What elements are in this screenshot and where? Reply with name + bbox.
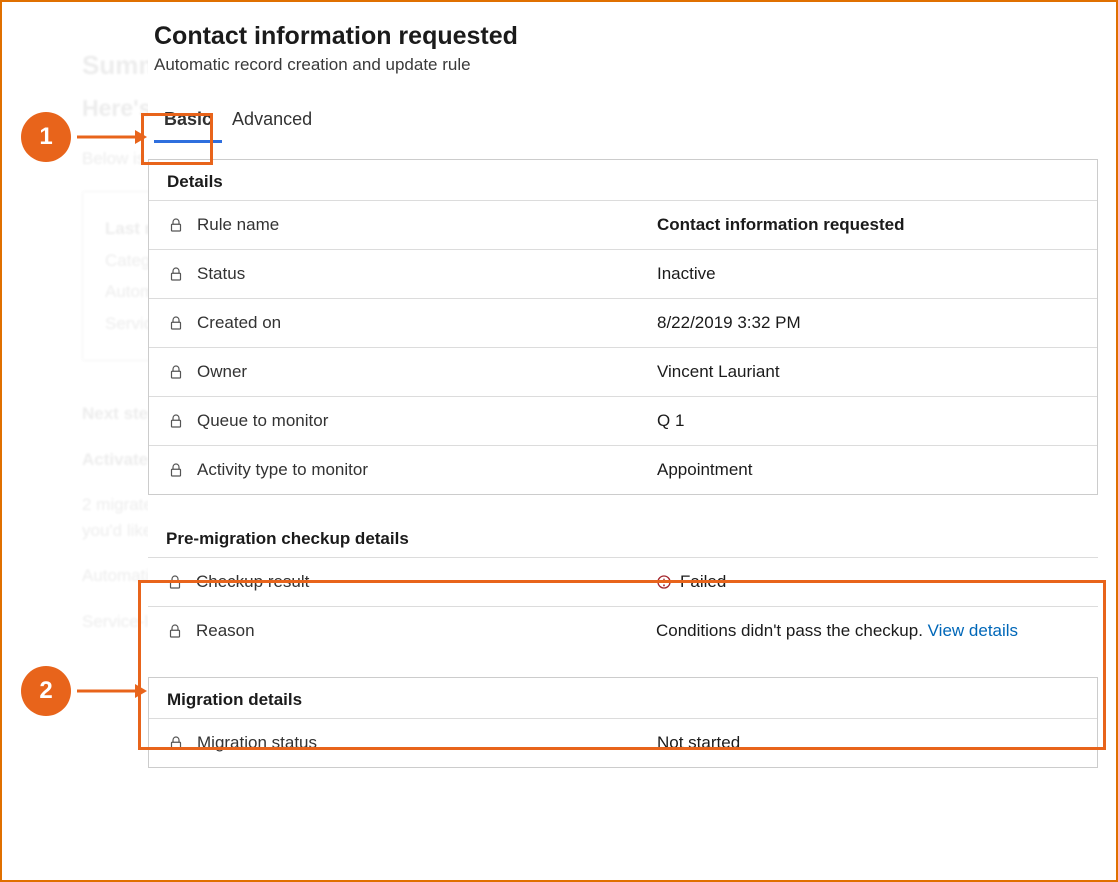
tab-basic[interactable]: Basic <box>154 103 222 143</box>
rule-detail-pane: Contact information requested Automatic … <box>148 2 1098 880</box>
field-migration-status: Migration status Not started <box>149 718 1097 767</box>
queue-value: Q 1 <box>657 411 1079 431</box>
reason-value: Conditions didn't pass the checkup. View… <box>656 621 1080 641</box>
error-icon <box>656 574 672 590</box>
activity-type-value: Appointment <box>657 460 1079 480</box>
callout-1: 1 <box>21 112 147 162</box>
status-label: Status <box>197 264 657 284</box>
arrow-icon <box>77 127 147 147</box>
field-status: Status Inactive <box>149 249 1097 298</box>
migration-section: Migration details Migration status Not s… <box>148 677 1098 768</box>
lock-icon <box>167 461 185 479</box>
status-value: Inactive <box>657 264 1079 284</box>
checkup-result-value: Failed <box>656 572 1080 592</box>
details-header: Details <box>149 160 1097 200</box>
lock-icon <box>166 622 184 640</box>
callout-badge-2: 2 <box>21 666 71 716</box>
field-rule-name: Rule name Contact information requested <box>149 200 1097 249</box>
tab-advanced[interactable]: Advanced <box>222 103 322 143</box>
reason-label: Reason <box>196 621 656 641</box>
callout-2: 2 <box>21 666 147 716</box>
field-queue: Queue to monitor Q 1 <box>149 396 1097 445</box>
premigration-section: Pre-migration checkup details Checkup re… <box>148 517 1098 655</box>
queue-label: Queue to monitor <box>197 411 657 431</box>
owner-label: Owner <box>197 362 657 382</box>
rule-name-value: Contact information requested <box>657 215 1079 235</box>
view-details-link[interactable]: View details <box>928 621 1018 640</box>
lock-icon <box>167 363 185 381</box>
field-checkup-result: Checkup result Failed <box>148 557 1098 606</box>
premigration-header: Pre-migration checkup details <box>148 517 1098 557</box>
created-on-value: 8/22/2019 3:32 PM <box>657 313 1079 333</box>
lock-icon <box>167 265 185 283</box>
reason-text: Conditions didn't pass the checkup. <box>656 621 928 640</box>
rule-name-label: Rule name <box>197 215 657 235</box>
page-title: Contact information requested <box>154 22 1098 51</box>
lock-icon <box>167 314 185 332</box>
lock-icon <box>167 412 185 430</box>
owner-value: Vincent Lauriant <box>657 362 1079 382</box>
arrow-icon <box>77 681 147 701</box>
checkup-result-label: Checkup result <box>196 572 656 592</box>
activity-type-label: Activity type to monitor <box>197 460 657 480</box>
migration-header: Migration details <box>149 678 1097 718</box>
tab-list: Basic Advanced <box>154 103 1098 143</box>
details-section: Details Rule name Contact information re… <box>148 159 1098 495</box>
callout-badge-1: 1 <box>21 112 71 162</box>
lock-icon <box>167 216 185 234</box>
field-created-on: Created on 8/22/2019 3:32 PM <box>149 298 1097 347</box>
lock-icon <box>167 734 185 752</box>
migration-status-value: Not started <box>657 733 1079 753</box>
checkup-result-text: Failed <box>680 572 726 592</box>
lock-icon <box>166 573 184 591</box>
field-activity-type: Activity type to monitor Appointment <box>149 445 1097 494</box>
migration-status-label: Migration status <box>197 733 657 753</box>
page-subtitle: Automatic record creation and update rul… <box>154 55 1098 75</box>
field-reason: Reason Conditions didn't pass the checku… <box>148 606 1098 655</box>
field-owner: Owner Vincent Lauriant <box>149 347 1097 396</box>
created-on-label: Created on <box>197 313 657 333</box>
